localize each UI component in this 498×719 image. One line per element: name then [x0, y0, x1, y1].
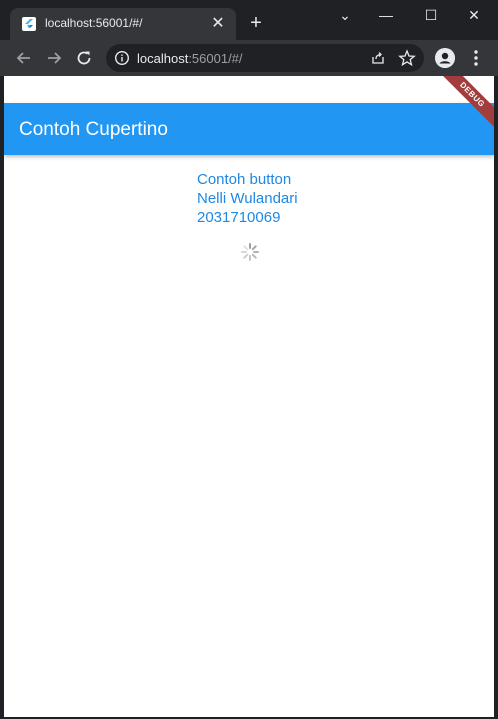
name-text: Nelli Wulandari [197, 190, 298, 207]
browser-toolbar: localhost:56001/#/ [0, 40, 498, 76]
flutter-icon [22, 17, 36, 31]
url-path: :56001/#/ [188, 51, 243, 66]
minimize-button[interactable]: — [374, 5, 398, 25]
id-number-text: 2031710069 [197, 209, 281, 226]
url-text[interactable]: localhost:56001/#/ [137, 51, 243, 66]
back-arrow-icon[interactable] [13, 47, 35, 69]
debug-banner: DEBUG [434, 76, 494, 136]
close-window-button[interactable]: ✕ [462, 5, 486, 25]
browser-tab[interactable]: localhost:56001/#/ ✕ [10, 8, 236, 40]
tab-close-icon[interactable]: ✕ [208, 14, 228, 34]
kebab-menu-icon[interactable] [468, 48, 484, 68]
contoh-button-label[interactable]: Contoh button [197, 171, 291, 188]
browser-window: localhost:56001/#/ ✕ + ⌄ — ☐ ✕ localhost… [0, 0, 498, 719]
maximize-button[interactable]: ☐ [419, 5, 443, 25]
page-title: Contoh Cupertino [19, 119, 168, 140]
address-bar[interactable]: localhost:56001/#/ [106, 44, 424, 72]
tab-title: localhost:56001/#/ [45, 16, 143, 30]
profile-icon[interactable] [435, 48, 455, 68]
page-viewport: Contoh Cupertino Contoh button Nelli Wul… [4, 76, 494, 717]
activity-indicator-icon [241, 243, 259, 261]
title-bar: localhost:56001/#/ ✕ + ⌄ — ☐ ✕ [0, 0, 498, 40]
url-host: localhost [137, 51, 189, 66]
forward-arrow-icon[interactable] [43, 47, 65, 69]
reload-icon[interactable] [73, 47, 95, 69]
debug-banner-label: DEBUG [434, 76, 494, 134]
app-bar: Contoh Cupertino [4, 103, 494, 155]
tab-search-chevron-icon[interactable]: ⌄ [333, 5, 357, 25]
info-icon[interactable] [114, 50, 130, 66]
star-icon[interactable] [398, 49, 416, 67]
new-tab-button[interactable]: + [246, 13, 266, 33]
share-icon[interactable] [370, 50, 386, 66]
